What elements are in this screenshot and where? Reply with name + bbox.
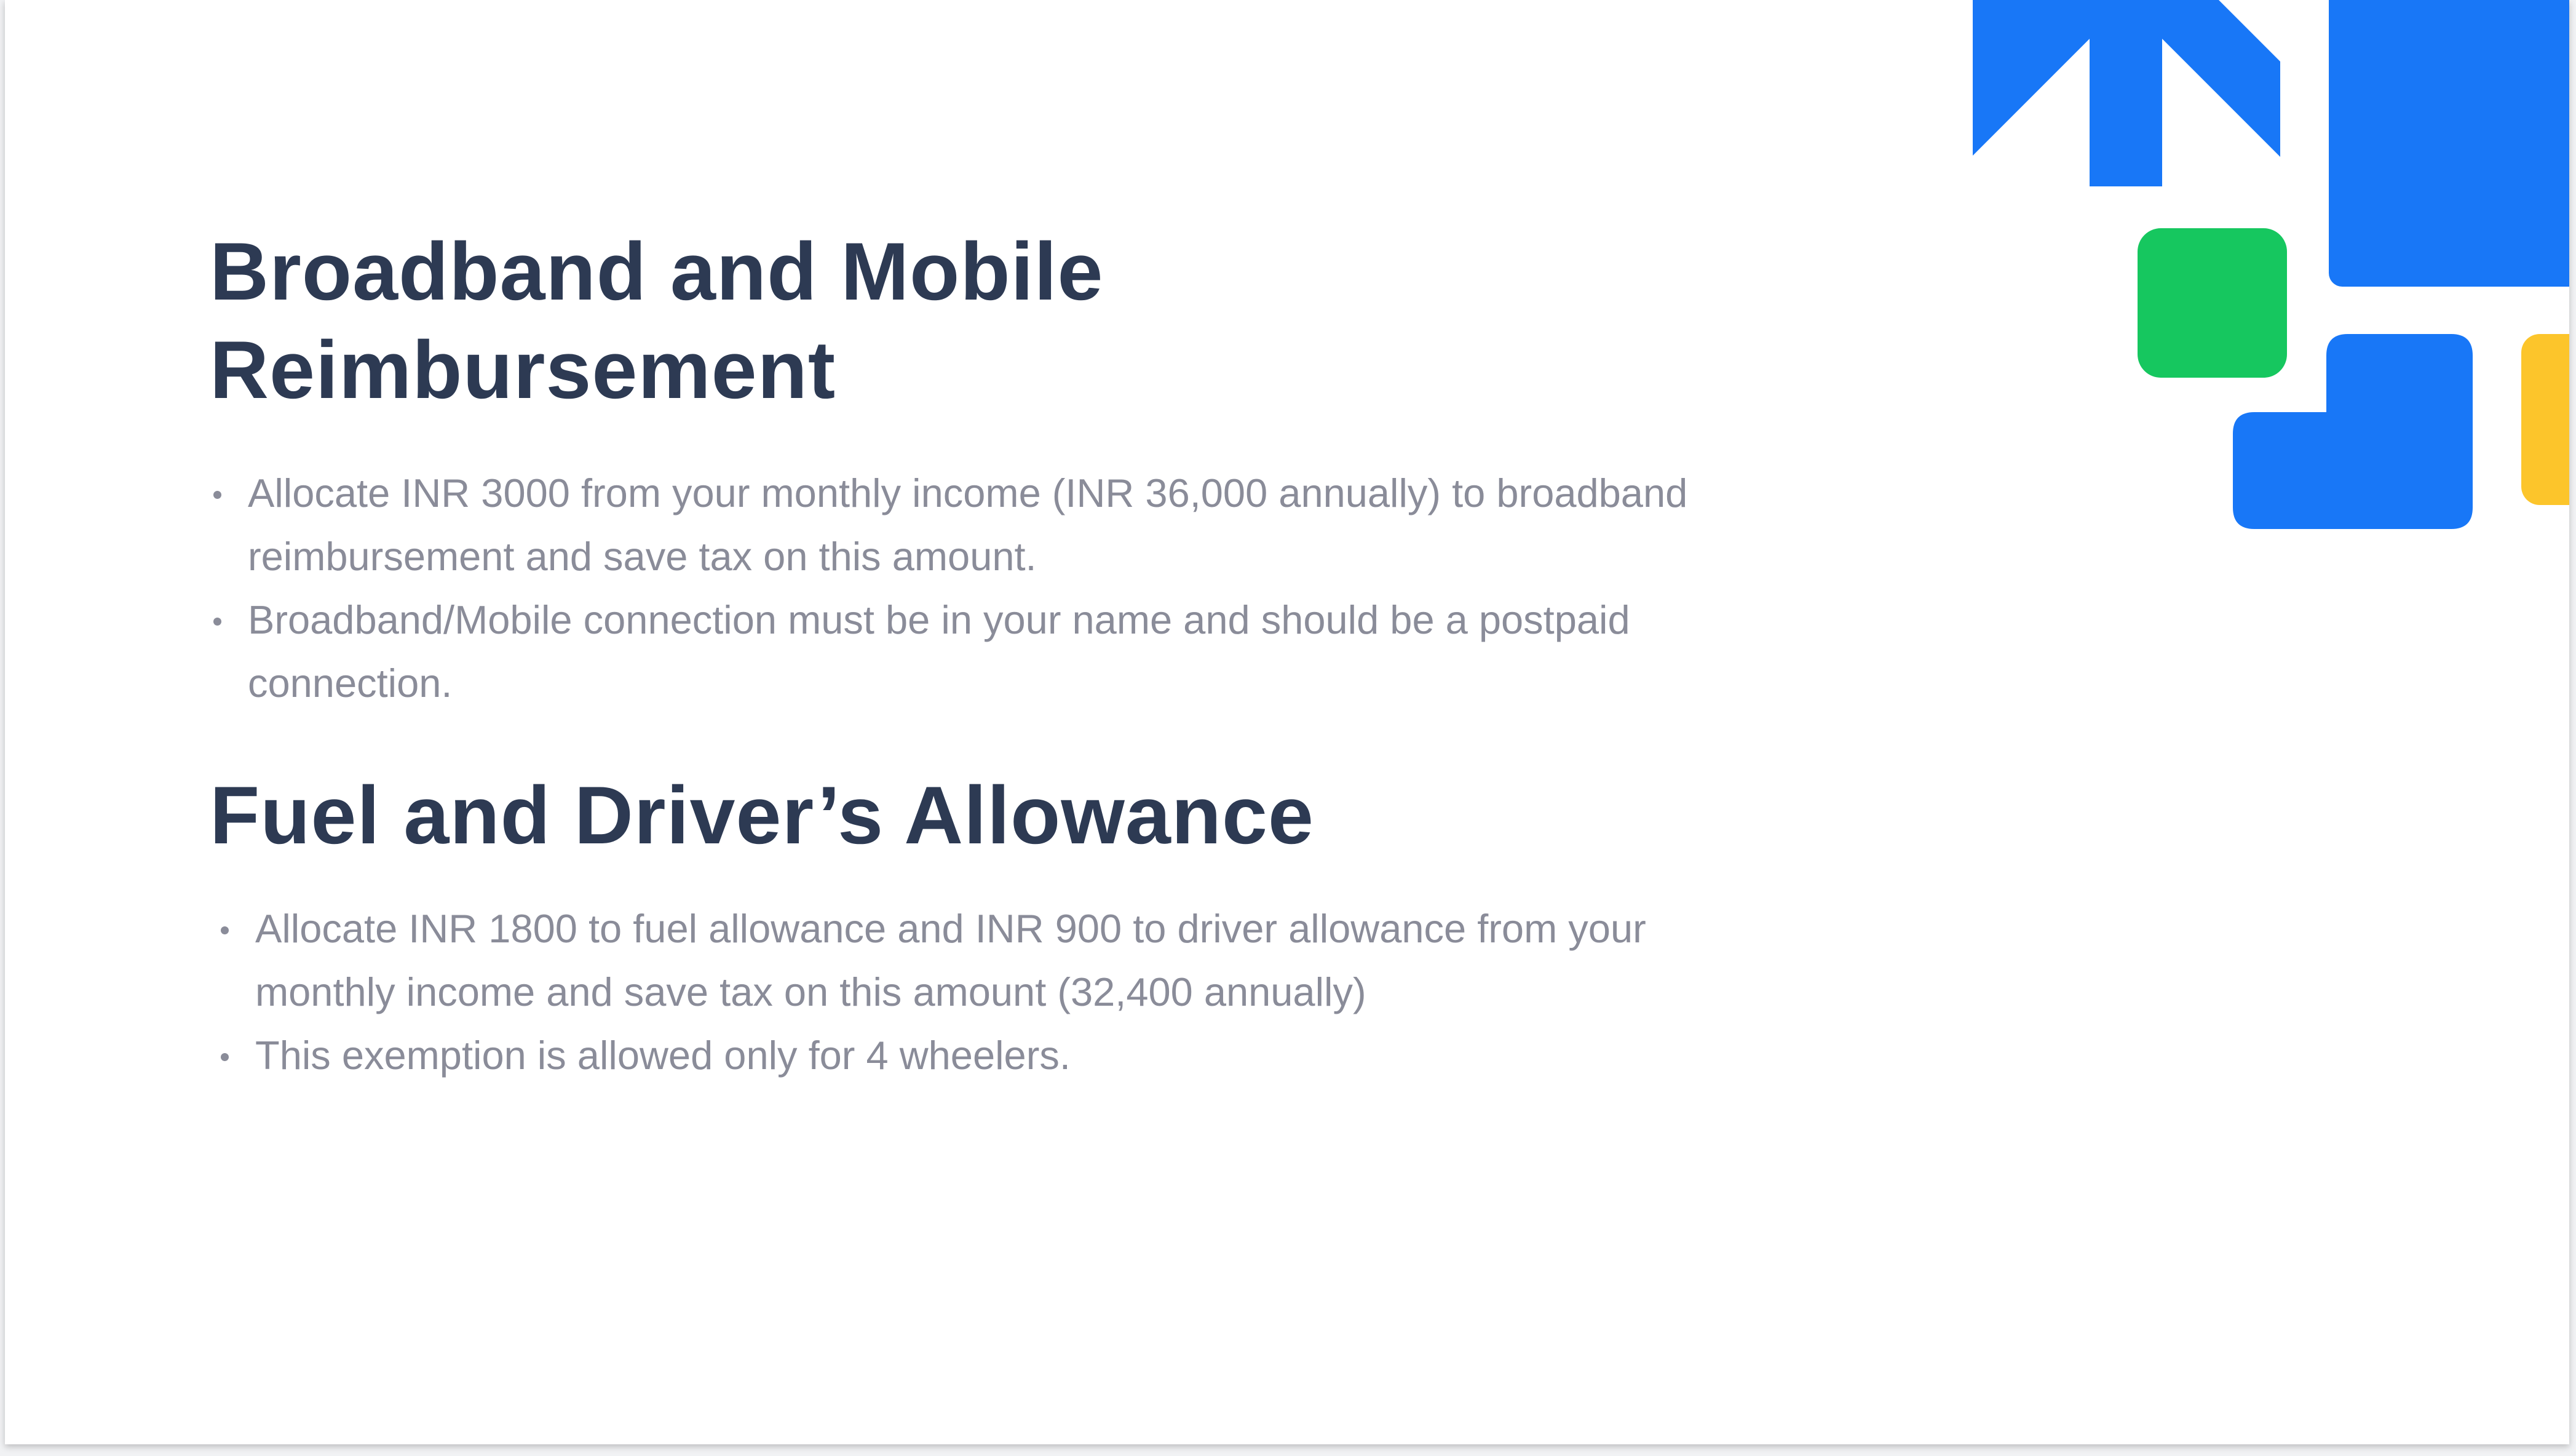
green-rounded-square <box>2138 228 2287 378</box>
section-title-broadband: Broadband and Mobile Reimbursement <box>210 226 1104 416</box>
list-item: Broadband/Mobile connection must be in y… <box>210 588 1809 715</box>
fuel-bullet-list: Allocate INR 1800 to fuel allowance and … <box>217 897 1754 1087</box>
decorative-shapes <box>1973 0 2569 529</box>
broadband-bullet-list: Allocate INR 3000 from your monthly inco… <box>210 461 1809 715</box>
list-item: This exemption is allowed only for 4 whe… <box>217 1024 1754 1087</box>
slide: Broadband and Mobile Reimbursement Alloc… <box>5 0 2569 1444</box>
blue-square <box>2329 0 2569 287</box>
list-item: Allocate INR 1800 to fuel allowance and … <box>217 897 1754 1024</box>
list-item: Allocate INR 3000 from your monthly inco… <box>210 461 1809 588</box>
yellow-square <box>2521 334 2569 505</box>
arrow-up-shape <box>1973 0 2280 186</box>
section-title-fuel: Fuel and Driver’s Allowance <box>210 770 1314 861</box>
